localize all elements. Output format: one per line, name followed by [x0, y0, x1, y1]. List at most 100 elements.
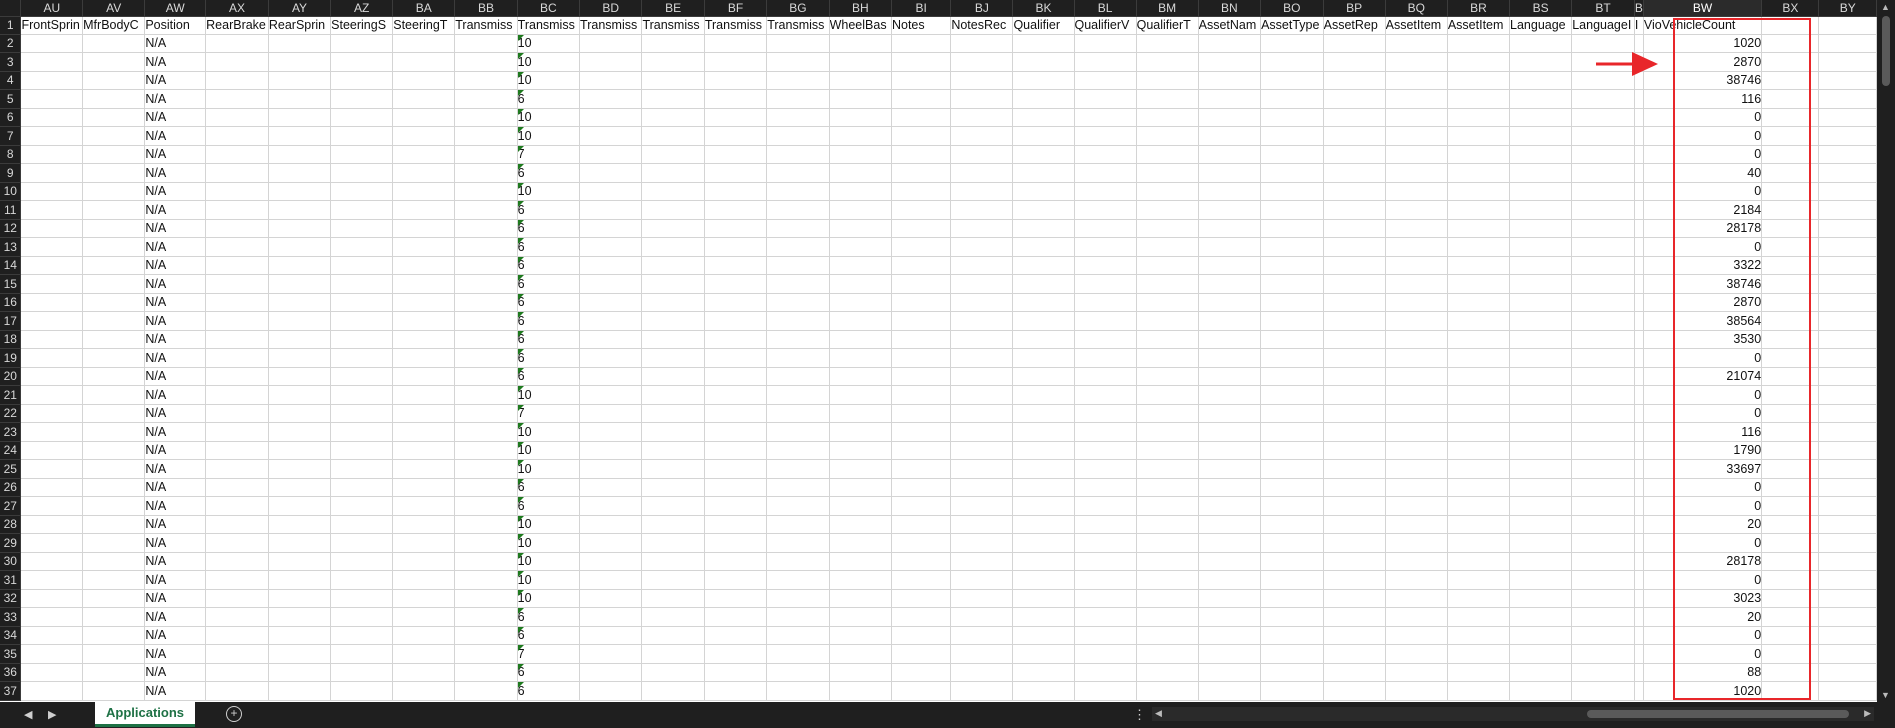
cell[interactable] [1571, 496, 1635, 516]
cell[interactable]: 33697 [1643, 459, 1763, 479]
cell[interactable]: N/A [144, 552, 207, 571]
cell[interactable] [829, 52, 892, 72]
cell[interactable] [891, 311, 952, 331]
cell[interactable] [1323, 311, 1386, 331]
cell[interactable]: N/A [144, 200, 207, 220]
cell[interactable] [1818, 293, 1877, 312]
row-header[interactable]: 9 [0, 163, 22, 183]
cell[interactable] [579, 126, 643, 146]
cell[interactable] [1260, 311, 1324, 331]
cell[interactable] [1198, 607, 1262, 627]
cell[interactable]: 6 [517, 626, 581, 645]
cell[interactable] [454, 71, 518, 90]
cell[interactable] [1385, 681, 1448, 701]
cell[interactable] [766, 570, 830, 590]
cell[interactable]: 10 [517, 589, 581, 608]
cell[interactable] [1136, 459, 1199, 479]
cell[interactable] [1818, 663, 1877, 682]
cell[interactable] [1323, 108, 1386, 127]
cell[interactable] [1198, 52, 1262, 72]
cell[interactable] [1136, 108, 1199, 127]
row-header[interactable]: 22 [0, 404, 22, 423]
cell[interactable] [1634, 330, 1644, 349]
cell[interactable] [1260, 293, 1324, 312]
cell[interactable] [1260, 89, 1324, 109]
column-header[interactable]: BB [454, 0, 518, 17]
cell[interactable] [454, 293, 518, 312]
cell[interactable] [704, 71, 768, 90]
cell[interactable] [1074, 533, 1137, 553]
cell[interactable] [891, 496, 952, 516]
cell[interactable] [641, 200, 705, 220]
column-header[interactable]: AZ [330, 0, 394, 17]
cell[interactable] [1136, 71, 1199, 90]
cell[interactable] [1761, 89, 1820, 109]
cell[interactable]: 10 [517, 441, 581, 460]
cell[interactable] [1447, 200, 1511, 220]
cell[interactable] [454, 626, 518, 645]
cell[interactable] [704, 89, 768, 109]
cell[interactable] [1571, 459, 1635, 479]
cell[interactable]: 6 [517, 311, 581, 331]
cell[interactable] [829, 570, 892, 590]
cell[interactable] [1323, 182, 1386, 201]
cell[interactable] [1818, 607, 1877, 627]
cell[interactable]: 0 [1643, 626, 1763, 645]
cell[interactable] [1198, 663, 1262, 682]
cell[interactable] [1571, 330, 1635, 349]
cell[interactable]: 7 [517, 145, 581, 164]
cell[interactable] [268, 274, 332, 294]
cell[interactable] [891, 163, 952, 183]
cell[interactable] [641, 219, 705, 238]
column-header[interactable]: BD [579, 0, 643, 17]
cell[interactable] [704, 200, 768, 220]
cell[interactable] [454, 681, 518, 701]
cell[interactable] [20, 552, 84, 571]
cell[interactable]: 21074 [1643, 367, 1763, 386]
cell[interactable] [330, 385, 394, 405]
cell[interactable] [330, 182, 394, 201]
cell[interactable] [1447, 626, 1511, 645]
cell[interactable] [579, 459, 643, 479]
cell[interactable] [1634, 459, 1644, 479]
cell[interactable] [82, 182, 146, 201]
cell[interactable] [1074, 404, 1137, 423]
cell[interactable] [268, 219, 332, 238]
cell[interactable] [1136, 552, 1199, 571]
cell[interactable] [1634, 89, 1644, 109]
cell[interactable] [1074, 681, 1137, 701]
cell[interactable]: 0 [1643, 644, 1763, 664]
cell[interactable] [454, 274, 518, 294]
cell[interactable] [392, 71, 456, 90]
cell[interactable] [1571, 145, 1635, 164]
cell[interactable]: 0 [1643, 404, 1763, 423]
cell[interactable] [1323, 71, 1386, 90]
cell[interactable] [1761, 274, 1820, 294]
cell[interactable] [1136, 219, 1199, 238]
cell[interactable] [579, 404, 643, 423]
cell[interactable] [1012, 589, 1075, 608]
cell[interactable] [1761, 145, 1820, 164]
cell[interactable]: 6 [517, 367, 581, 386]
cell[interactable] [1012, 441, 1075, 460]
cell[interactable] [1818, 478, 1877, 497]
cell[interactable] [766, 681, 830, 701]
cell[interactable] [1818, 644, 1877, 664]
cell[interactable] [1818, 34, 1877, 53]
cell[interactable] [1509, 644, 1573, 664]
cell[interactable] [205, 71, 269, 90]
cell[interactable] [1260, 71, 1324, 90]
cell[interactable] [20, 663, 84, 682]
cell[interactable] [579, 441, 643, 460]
cell[interactable] [205, 385, 269, 405]
cell[interactable] [950, 311, 1014, 331]
cell[interactable] [1012, 367, 1075, 386]
cell[interactable] [1447, 422, 1511, 442]
cell[interactable] [704, 163, 768, 183]
cell[interactable] [268, 348, 332, 368]
cell[interactable] [268, 552, 332, 571]
cell[interactable] [891, 552, 952, 571]
cell[interactable] [766, 607, 830, 627]
cell[interactable] [1447, 219, 1511, 238]
cell[interactable] [1198, 274, 1262, 294]
